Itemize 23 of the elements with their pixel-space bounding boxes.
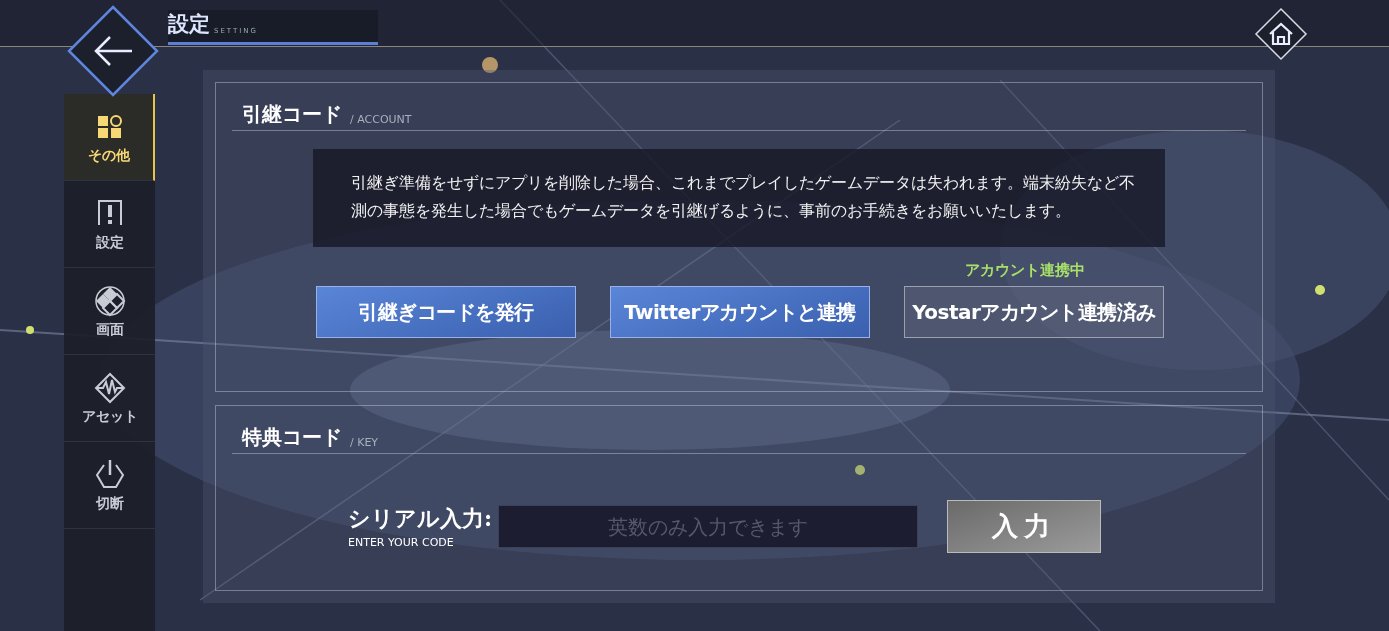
section-title: 引継コード (242, 101, 342, 128)
notice-text: 引継ぎ準備をせずにアプリを削除した場合、これまでプレイしたゲームデータは失われます。端末紛失など不測の事態を発生した場合でもゲームデータを引継げるように、事前のお手続きをお願いいたします。 (313, 149, 1165, 247)
back-button[interactable] (66, 4, 160, 98)
sidebar-tab[interactable]: その他 (64, 94, 155, 181)
page-title: 設定 (168, 11, 210, 38)
account-button[interactable]: Yostarアカウント連携済み (904, 286, 1164, 338)
account-button[interactable]: Twitterアカウントと連携 (610, 286, 870, 338)
home-button[interactable] (1253, 6, 1309, 62)
serial-input-field[interactable]: 英数のみ入力できます (498, 505, 919, 548)
submit-button[interactable]: 入力 (947, 500, 1102, 553)
sidebar-tab[interactable]: 画面 (64, 268, 155, 355)
sidebar-tab[interactable]: 設定 (64, 181, 155, 268)
sidebar-tab[interactable]: アセット (64, 355, 155, 442)
serial-label: シリアル入力: (348, 504, 493, 533)
sidebar-tab[interactable]: 切断 (64, 442, 155, 529)
account-button[interactable]: 引継ぎコードを発行 (316, 286, 576, 338)
serial-sublabel: ENTER YOUR CODE (348, 536, 455, 549)
screen-icon (92, 283, 127, 318)
section-subtitle: / KEY (350, 436, 379, 449)
section-subtitle: / ACCOUNT (350, 113, 412, 126)
section-title: 特典コード (242, 424, 342, 451)
asset-icon (92, 370, 127, 405)
link-status: アカウント連携中 (964, 261, 1086, 280)
